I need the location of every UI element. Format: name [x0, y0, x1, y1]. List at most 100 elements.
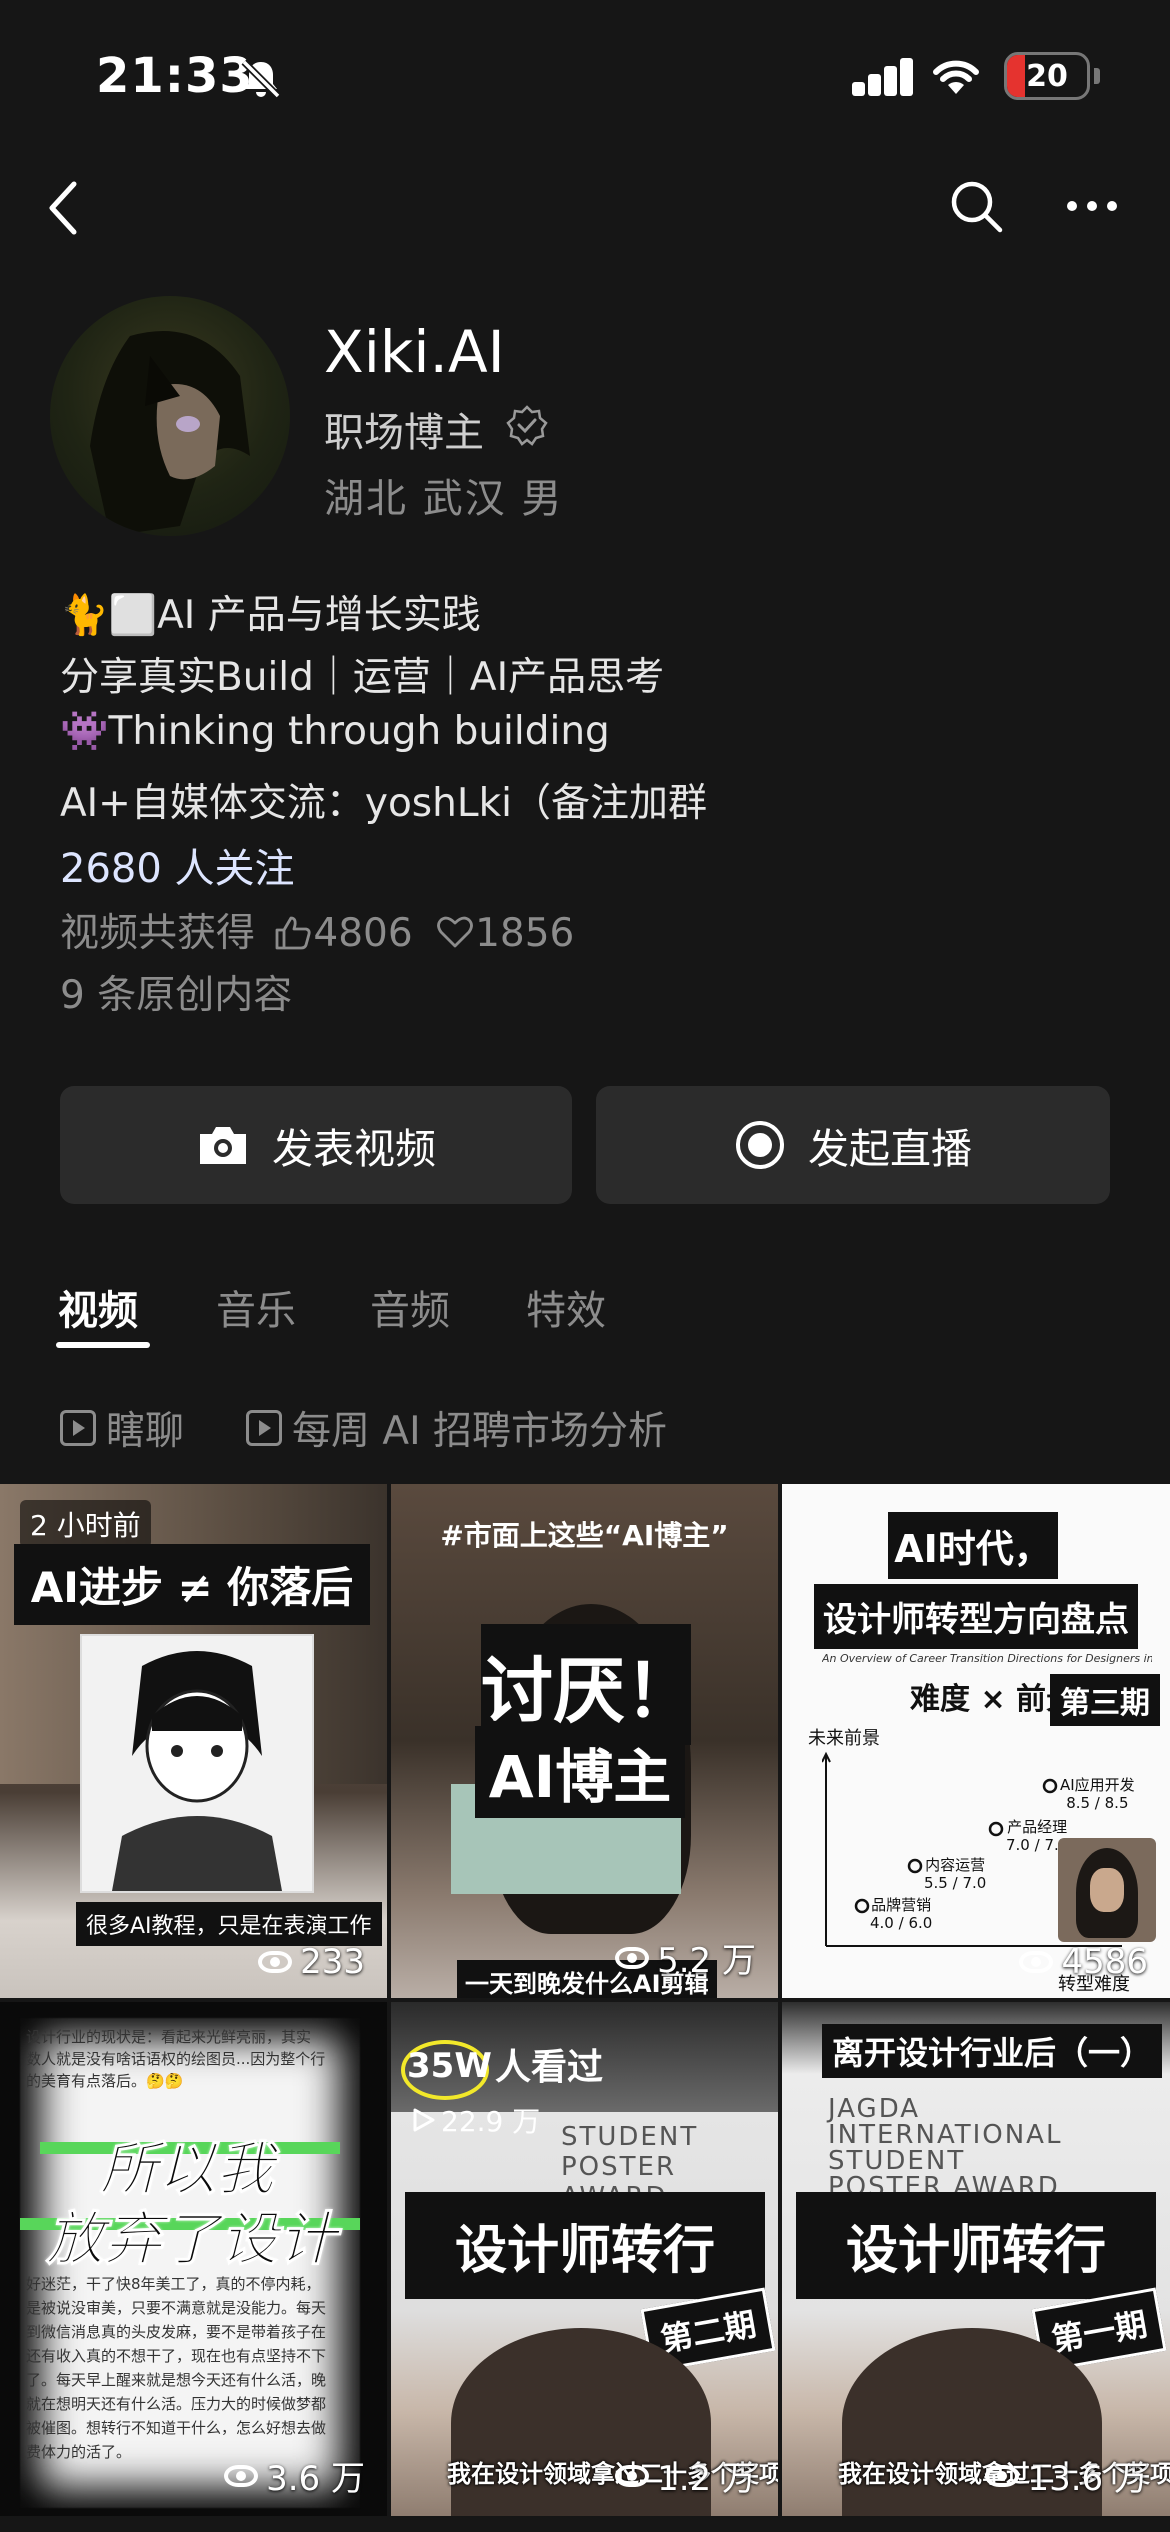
eye-icon	[258, 1951, 293, 1973]
view-count-value: 4586	[1061, 1942, 1148, 1982]
stats-prefix: 视频共获得	[60, 911, 256, 956]
view-count: 3.6 万	[224, 2451, 365, 2500]
view-count: 4586	[1019, 1942, 1148, 1982]
active-tab-indicator	[56, 1342, 150, 1348]
post-text-line: 是被说没审美，只要不满意就是没能力。每天	[26, 2299, 327, 2317]
status-time: 21:33	[96, 48, 254, 104]
search-icon[interactable]	[948, 178, 1004, 234]
point-label: 产品经理	[1007, 1818, 1068, 1836]
manga-illustration	[112, 1651, 282, 1891]
tab-video[interactable]: 视频	[58, 1278, 138, 1336]
video-card[interactable]: JAGDA INTERNATIONAL STUDENT POSTER AWARD…	[782, 2002, 1170, 2516]
likes-count: 4806	[313, 911, 413, 956]
play-count: 22.9 万	[411, 2100, 540, 2140]
battery-cap	[1094, 68, 1100, 84]
profile-name: Xiki.AI	[324, 318, 505, 386]
view-count-value: 5.2 万	[657, 1941, 756, 1981]
video-topic: #市面上这些“AI博主”	[440, 1519, 729, 1552]
video-card[interactable]: #市面上这些“AI博主” 讨厌！ AI博主 一天到晚发什么AI剪辑 5.2 万	[391, 1484, 778, 1998]
bio-line-1: 🐈⬜AI 产品与增长实践	[60, 593, 481, 638]
post-text-line: 就在想明天还有什么活。压力大的时候做梦都	[26, 2395, 327, 2413]
video-title-line-2: AI博主	[475, 1726, 685, 1818]
signal-icon	[852, 56, 913, 96]
view-count-value: 13.6 万	[1027, 2459, 1148, 2499]
post-text-line: 被催图。想转行不知道干什么，怎么好想去做	[26, 2419, 327, 2437]
followers-count[interactable]: 2680 人关注	[60, 836, 295, 894]
post-text-top: 设计行业的现状是：看起来光鲜亮丽，其实 数人就是没有啥话语权的绘图员...因为整…	[26, 2026, 356, 2092]
bio-line-3: 👾Thinking through building	[60, 709, 610, 754]
post-text-line: 的美育有点落后。🤔🤔	[26, 2072, 184, 2090]
time-badge: 2 小时前	[20, 1500, 151, 1548]
avatar-illustration	[90, 331, 250, 536]
view-count: 233	[258, 1942, 365, 1982]
bio-line-4: AI+自媒体交流：yoshLki（备注加群	[60, 781, 707, 826]
award-line-1: STUDENT	[561, 2122, 699, 2152]
eye-icon	[615, 2464, 650, 2487]
presenter-thumbnail	[1058, 1838, 1156, 1942]
verified-icon[interactable]	[506, 404, 548, 446]
thumbs-up-icon	[276, 916, 312, 950]
episode-badge: 第三期	[1050, 1674, 1160, 1726]
badge-count: 35W	[407, 2046, 492, 2086]
original-content-count: 9 条原创内容	[60, 973, 293, 1018]
post-text-line: 还有收入真的不想干了，现在也有点坚持不下	[26, 2347, 327, 2365]
video-card[interactable]: 设计行业的现状是：看起来光鲜亮丽，其实 数人就是没有啥话语权的绘图员...因为整…	[0, 2002, 387, 2516]
collection-chat[interactable]: 瞎聊	[60, 1400, 184, 1456]
battery-icon: 20	[1004, 52, 1090, 100]
post-text-bottom: 好迷茫，干了快8年美工了，真的不停内耗， 是被说没审美，只要不满意就是没能力。每…	[26, 2272, 356, 2464]
tab-effects[interactable]: 特效	[526, 1278, 606, 1336]
profile-tag: 职场博主	[324, 410, 484, 456]
video-title: 设计师转行	[405, 2192, 765, 2299]
play-icon	[413, 2108, 435, 2132]
go-live-button[interactable]: 发起直播	[596, 1086, 1110, 1204]
video-stats: 视频共获得 4806 1856	[60, 902, 574, 958]
play-count-value: 22.9 万	[441, 2105, 541, 2138]
video-card[interactable]: AI时代， 设计师转型方向盘点 An Overview of Career Tr…	[782, 1484, 1170, 1998]
point-ai-dev: AI应用开发 8.5 / 8.5	[1060, 1776, 1135, 1812]
collection-chat-label: 瞎聊	[106, 1409, 185, 1454]
playlist-icon	[246, 1410, 282, 1446]
point-brand: 品牌营销 4.0 / 6.0	[870, 1896, 932, 1932]
collection-ai-jobs-label: 每周 AI 招聘市场分析	[292, 1409, 667, 1454]
camera-icon	[200, 1127, 246, 1164]
eye-icon	[615, 1946, 650, 1969]
video-title-line-2: 设计师转型方向盘点	[814, 1584, 1138, 1649]
video-title-line-1: AI时代，	[888, 1512, 1058, 1579]
post-video-label: 发表视频	[272, 1125, 436, 1173]
post-video-button[interactable]: 发表视频	[60, 1086, 572, 1204]
post-text-line: 设计行业的现状是：看起来光鲜亮丽，其实	[26, 2028, 312, 2046]
tab-audio[interactable]: 音频	[370, 1278, 450, 1336]
badge-text: 人看过	[495, 2047, 604, 2088]
video-subtitle: 很多AI教程，只是在表演工作	[76, 1902, 382, 1946]
more-icon[interactable]	[1066, 200, 1118, 212]
eye-icon	[985, 2464, 1020, 2487]
view-count: 5.2 万	[615, 1933, 756, 1982]
english-subtitle: An Overview of Career Transition Directi…	[822, 1652, 1152, 1665]
point-label: 品牌营销	[871, 1896, 932, 1914]
back-icon[interactable]	[44, 178, 84, 238]
video-top-title: 离开设计行业后（一）	[822, 2024, 1163, 2078]
bell-muted-icon	[241, 59, 281, 99]
point-value: 8.5 / 8.5	[1066, 1794, 1129, 1812]
video-card[interactable]: STUDENT POSTER AWARD 35W 人看过 22.9 万 设计师转…	[391, 2002, 778, 2516]
go-live-label: 发起直播	[808, 1125, 972, 1173]
post-text-line: 数人就是没有啥话语权的绘图员...因为整个行	[26, 2050, 326, 2068]
heart-icon	[437, 916, 473, 948]
live-icon	[736, 1121, 784, 1169]
collection-ai-jobs[interactable]: 每周 AI 招聘市场分析	[246, 1400, 667, 1456]
view-count-value: 3.6 万	[266, 2459, 365, 2499]
avatar[interactable]	[50, 296, 290, 536]
tab-music[interactable]: 音乐	[216, 1278, 296, 1336]
view-count-value: 1.2 万	[657, 2459, 756, 2499]
view-count: 1.2 万	[615, 2451, 756, 2500]
video-title: AI进步 ≠ 你落后	[14, 1544, 370, 1625]
video-card[interactable]: 2 小时前 AI进步 ≠ 你落后 很多AI教程，只是在表演工作 233	[0, 1484, 387, 1998]
point-content-ops: 内容运营 5.5 / 7.0	[924, 1856, 986, 1892]
profile-location: 湖北 武汉 男	[324, 476, 564, 522]
eye-icon	[224, 2464, 259, 2487]
point-value: 4.0 / 6.0	[870, 1914, 933, 1932]
point-value: 5.5 / 7.0	[924, 1874, 987, 1892]
post-text-line: 到微信消息真的头皮发麻，要不是带着孩子在	[26, 2323, 327, 2341]
video-title: 设计师转行	[796, 2192, 1156, 2299]
favorites-count: 1856	[475, 911, 575, 956]
